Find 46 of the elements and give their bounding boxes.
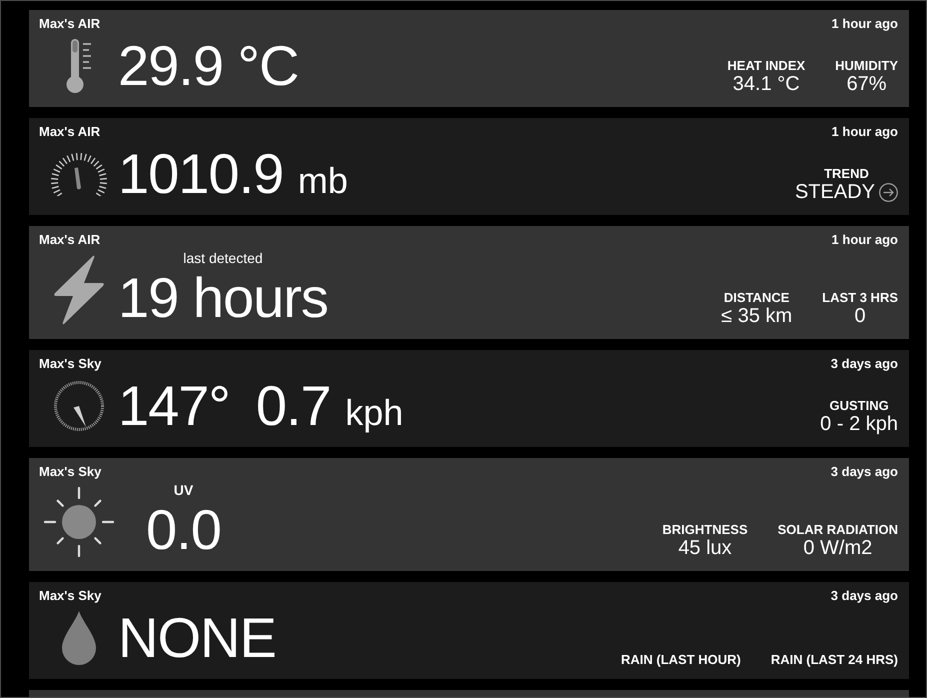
stat-value: 34.1 °C [732,73,800,95]
reading-value: 0.7 kph [256,374,404,438]
updated-time: 3 days ago [830,464,898,480]
reading-value: 1010.9 mb [118,142,348,206]
stat-label: RAIN (LAST 24 HRS) [770,652,898,667]
stat-label: HUMIDITY [835,58,898,73]
compass-icon [52,380,104,432]
updated-time: 1 hour ago [832,16,898,32]
stat-label: BRIGHTNESS [662,522,748,537]
stat-label: RAIN (LAST HOUR) [620,652,741,667]
device-name: Max's AIR [39,232,100,248]
device-name: Max's AIR [39,124,100,140]
reading-caption: last detected [183,250,263,266]
thermometer-icon [66,39,92,93]
updated-time: 1 hour ago [832,124,898,140]
lightning-bolt-icon [52,255,104,325]
device-name: Max's AIR [39,16,100,32]
stat-value: STEADY [794,181,875,203]
updated-time: 3 days ago [830,588,898,604]
reading-caption: UV [174,482,194,498]
updated-time: 3 days ago [830,356,898,372]
device-name: Max's Sky [39,464,102,480]
stat-value: 0 [854,305,866,327]
stat-label: SOLAR RADIATION [778,522,898,537]
sun-icon [44,487,114,557]
reading-value: 19 hours [118,266,328,330]
reading-value: 0.0 [146,498,221,562]
stat-label: GUSTING [829,398,889,413]
stat-value: 0 W/m2 [803,537,872,559]
raindrop-icon [62,611,96,665]
stat-label: HEAT INDEX [727,58,806,73]
device-name: Max's Sky [39,588,102,604]
reading-value: 147° [118,374,230,438]
reading-value: 29.9 °C [118,34,298,98]
stat-value: 45 lux [678,537,732,559]
gauge-icon [48,152,108,196]
stat-label: LAST 3 HRS [822,290,898,305]
stat-value: 0 - 2 kph [820,413,898,435]
reading-value: NONE [118,606,276,670]
stat-label: TREND [824,166,869,181]
stat-value: 67% [846,73,887,95]
device-name: Max's Sky [39,356,102,372]
updated-time: 1 hour ago [832,232,898,248]
right-arrow-circle-icon [879,182,898,202]
stat-value: ≤ 35 km [721,305,792,327]
stat-label: DISTANCE [724,290,790,305]
